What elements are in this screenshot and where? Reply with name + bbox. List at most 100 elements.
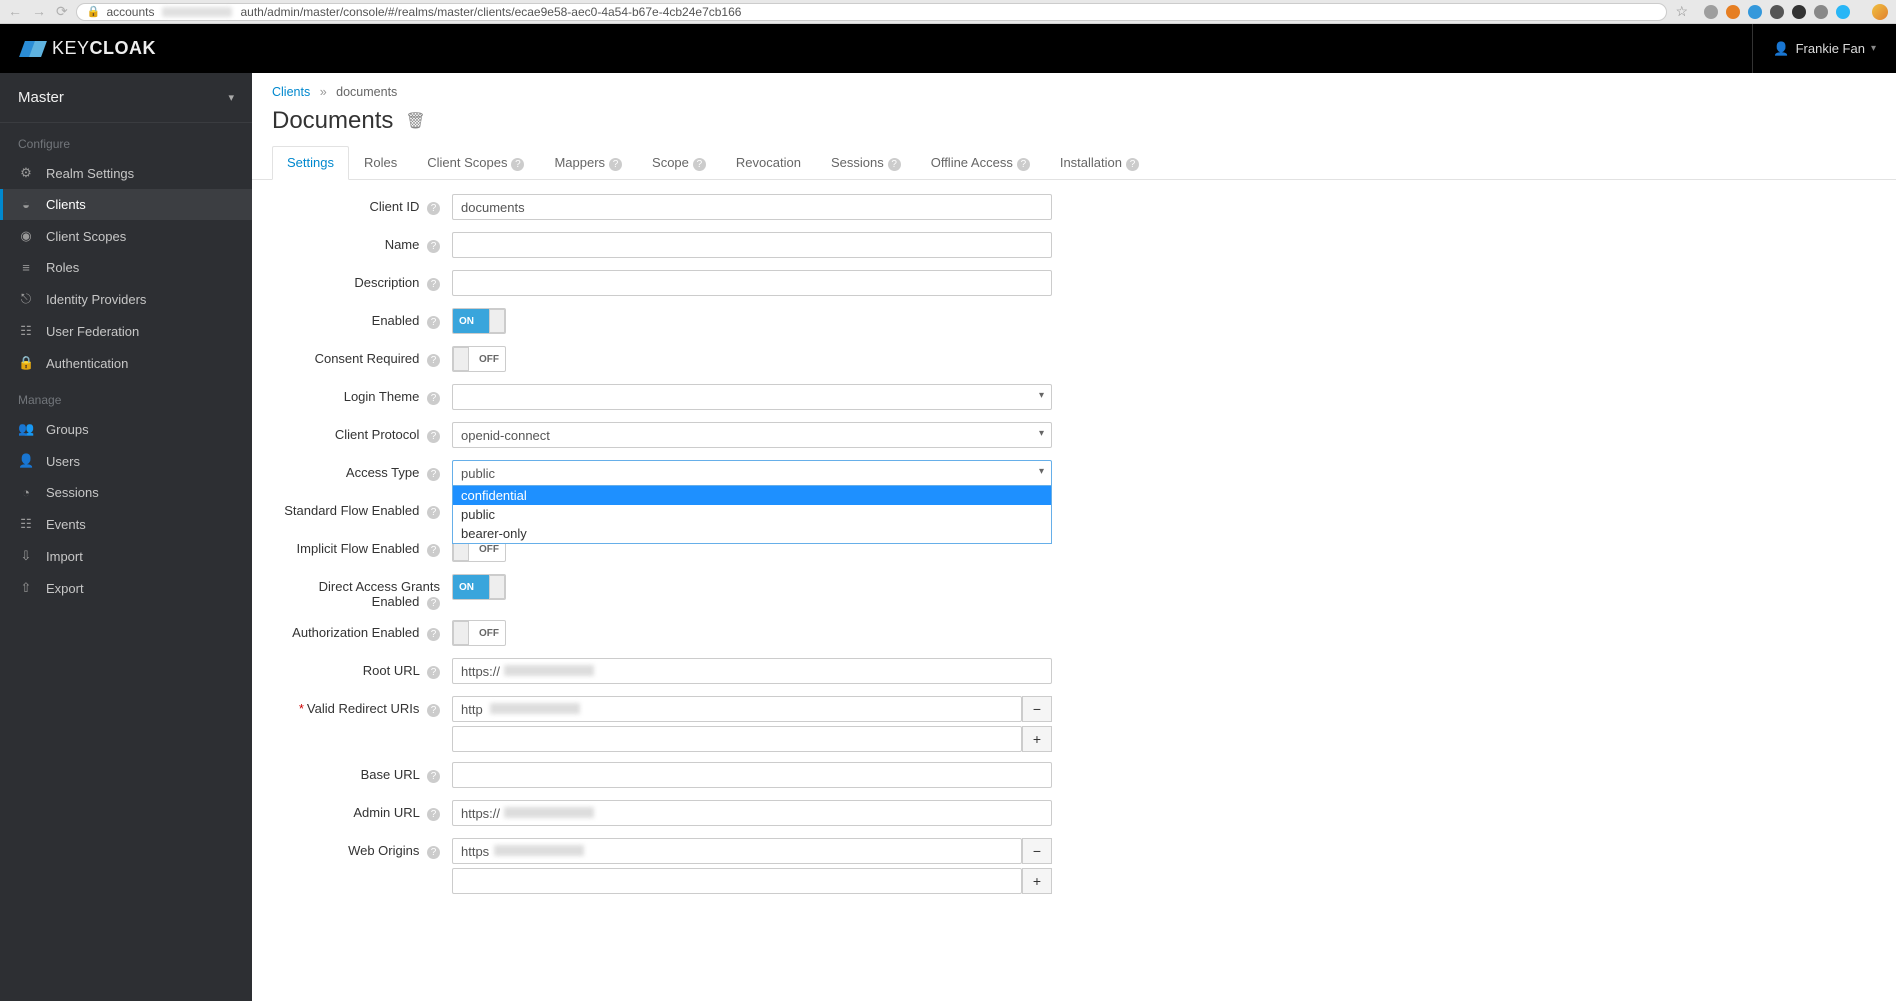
users-icon: 👤 <box>18 453 34 469</box>
redacted-text <box>494 845 584 856</box>
help-icon[interactable]: ? <box>427 666 440 679</box>
groups-icon: 👥 <box>18 421 34 437</box>
access-type-current[interactable]: public <box>452 460 1052 486</box>
sidebar-item-label: Clients <box>46 197 86 212</box>
help-icon[interactable]: ? <box>427 808 440 821</box>
client-id-input[interactable] <box>452 194 1052 220</box>
sidebar-item-sessions[interactable]: ◔Sessions <box>0 477 252 508</box>
help-icon[interactable]: ? <box>427 430 440 443</box>
ext-icon-6[interactable] <box>1814 5 1828 19</box>
redacted-text <box>490 703 580 714</box>
help-icon[interactable]: ? <box>693 158 706 171</box>
sidebar-item-realm-settings[interactable]: ⚙Realm Settings <box>0 157 252 189</box>
sidebar-item-authentication[interactable]: 🔒Authentication <box>0 347 252 379</box>
enabled-toggle[interactable]: ON <box>452 308 506 334</box>
sidebar-item-users[interactable]: 👤Users <box>0 445 252 477</box>
help-icon[interactable]: ? <box>427 544 440 557</box>
remove-uri-button[interactable]: − <box>1022 696 1052 722</box>
help-icon[interactable]: ? <box>888 158 901 171</box>
back-icon[interactable]: ← <box>8 3 22 20</box>
help-icon[interactable]: ? <box>427 392 440 405</box>
help-icon[interactable]: ? <box>427 202 440 215</box>
user-menu[interactable]: 👤 Frankie Fan ▾ <box>1752 24 1876 73</box>
sidebar-item-client-scopes[interactable]: ◉Client Scopes <box>0 220 252 252</box>
sidebar-item-export[interactable]: ⇧Export <box>0 572 252 604</box>
forward-icon[interactable]: → <box>32 3 46 20</box>
sidebar-item-user-federation[interactable]: ☷User Federation <box>0 315 252 347</box>
client-protocol-select[interactable]: openid-connect <box>452 422 1052 448</box>
delete-icon[interactable]: 🗑 <box>405 111 425 131</box>
add-origin-button[interactable]: + <box>1022 868 1052 894</box>
sidebar-item-clients[interactable]: ◒Clients <box>0 189 252 220</box>
base-url-input[interactable] <box>452 762 1052 788</box>
tab-mappers[interactable]: Mappers? <box>539 146 637 180</box>
help-icon[interactable]: ? <box>427 316 440 329</box>
url-input[interactable]: 🔒 accounts auth/admin/master/console/#/r… <box>76 3 1668 21</box>
breadcrumb: Clients » documents <box>252 73 1896 103</box>
ext-icon-4[interactable] <box>1770 5 1784 19</box>
option-confidential[interactable]: confidential <box>453 486 1051 505</box>
option-public[interactable]: public <box>453 505 1051 524</box>
login-theme-select[interactable] <box>452 384 1052 410</box>
breadcrumb-parent-link[interactable]: Clients <box>272 85 310 99</box>
tab-revocation[interactable]: Revocation <box>721 146 816 180</box>
ext-icon-3[interactable] <box>1748 5 1762 19</box>
name-input[interactable] <box>452 232 1052 258</box>
ext-icon-7[interactable] <box>1836 5 1850 19</box>
help-icon[interactable]: ? <box>511 158 524 171</box>
sidebar-item-import[interactable]: ⇩Import <box>0 540 252 572</box>
web-origins-input-empty[interactable] <box>452 868 1022 894</box>
realm-name: Master <box>18 89 64 106</box>
sidebar-item-groups[interactable]: 👥Groups <box>0 413 252 445</box>
label-valid-redirect: Valid Redirect URIs <box>307 701 419 716</box>
realm-selector[interactable]: Master ▾ <box>0 73 252 123</box>
help-icon[interactable]: ? <box>1126 158 1139 171</box>
user-federation-icon: ☷ <box>18 323 34 339</box>
bookmark-star-icon[interactable]: ☆ <box>1675 3 1688 20</box>
consent-required-toggle[interactable]: OFF <box>452 346 506 372</box>
help-icon[interactable]: ? <box>427 354 440 367</box>
label-authorization-enabled: Authorization Enabled <box>292 625 419 640</box>
ext-icon-1[interactable] <box>1704 5 1718 19</box>
roles-icon: ≡ <box>18 260 34 275</box>
access-type-select[interactable]: public confidential public bearer-only <box>452 460 1052 486</box>
label-description: Description <box>354 275 419 290</box>
tab-offline-access[interactable]: Offline Access? <box>916 146 1045 180</box>
help-icon[interactable]: ? <box>427 846 440 859</box>
tab-settings[interactable]: Settings <box>272 146 349 180</box>
tab-scope[interactable]: Scope? <box>637 146 721 180</box>
ext-icon-5[interactable] <box>1792 5 1806 19</box>
help-icon[interactable]: ? <box>427 240 440 253</box>
help-icon[interactable]: ? <box>427 278 440 291</box>
tab-installation[interactable]: Installation? <box>1045 146 1154 180</box>
remove-origin-button[interactable]: − <box>1022 838 1052 864</box>
help-icon[interactable]: ? <box>1017 158 1030 171</box>
description-input[interactable] <box>452 270 1052 296</box>
help-icon[interactable]: ? <box>427 597 440 610</box>
add-uri-button[interactable]: + <box>1022 726 1052 752</box>
help-icon[interactable]: ? <box>609 158 622 171</box>
tab-roles[interactable]: Roles <box>349 146 412 180</box>
help-icon[interactable]: ? <box>427 468 440 481</box>
authorization-enabled-toggle[interactable]: OFF <box>452 620 506 646</box>
help-icon[interactable]: ? <box>427 506 440 519</box>
sidebar-item-events[interactable]: ☷Events <box>0 508 252 540</box>
import-icon: ⇩ <box>18 548 34 564</box>
help-icon[interactable]: ? <box>427 770 440 783</box>
reload-icon[interactable]: ⟳ <box>56 3 68 20</box>
chrome-profile-avatar[interactable] <box>1872 4 1888 20</box>
ext-icon-2[interactable] <box>1726 5 1740 19</box>
keycloak-logo[interactable]: KEYCLOAK <box>20 37 156 61</box>
option-bearer-only[interactable]: bearer-only <box>453 524 1051 543</box>
tab-client-scopes[interactable]: Client Scopes? <box>412 146 539 180</box>
events-icon: ☷ <box>18 516 34 532</box>
tabs: SettingsRolesClient Scopes?Mappers?Scope… <box>252 145 1896 180</box>
sidebar-item-roles[interactable]: ≡Roles <box>0 252 252 283</box>
help-icon[interactable]: ? <box>427 628 440 641</box>
help-icon[interactable]: ? <box>427 704 440 717</box>
valid-redirect-input-empty[interactable] <box>452 726 1022 752</box>
direct-access-toggle[interactable]: ON <box>452 574 506 600</box>
sidebar-item-identity-providers[interactable]: ⎋Identity Providers <box>0 283 252 315</box>
tab-sessions[interactable]: Sessions? <box>816 146 916 180</box>
url-text-suffix: auth/admin/master/console/#/realms/maste… <box>240 5 741 19</box>
